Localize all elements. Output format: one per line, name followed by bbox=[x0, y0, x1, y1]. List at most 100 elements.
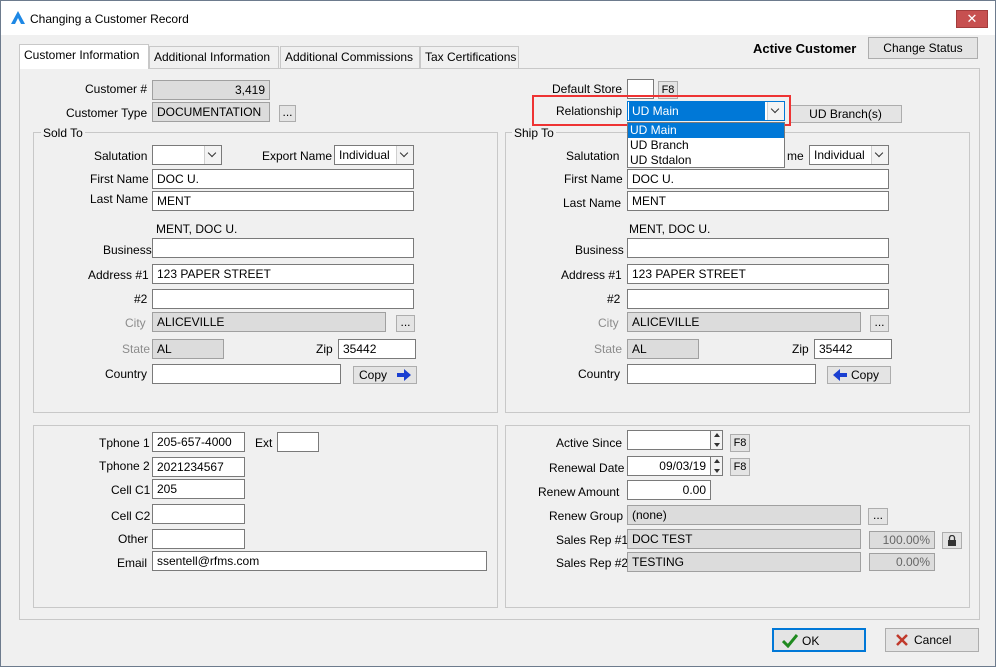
sold-address1-label: Address #1 bbox=[88, 268, 149, 282]
ship-export-name-select[interactable]: Individual bbox=[809, 145, 889, 165]
ship-business-field[interactable] bbox=[627, 238, 889, 258]
ok-button[interactable]: OK bbox=[772, 628, 866, 652]
active-since-f8-button[interactable]: F8 bbox=[730, 434, 750, 452]
cell1-field[interactable]: 205 bbox=[152, 479, 245, 499]
sold-export-name-select[interactable]: Individual bbox=[334, 145, 414, 165]
copy-to-sold-label: Copy bbox=[850, 368, 879, 382]
ship-business-label: Business bbox=[575, 243, 624, 257]
sold-last-name-label: Last Name bbox=[90, 192, 149, 206]
email-label: Email bbox=[117, 556, 148, 570]
ship-city-label: City bbox=[598, 316, 619, 330]
ship-country-label: Country bbox=[578, 367, 621, 381]
active-since-label: Active Since bbox=[556, 436, 623, 450]
sold-zip-field[interactable]: 35442 bbox=[338, 339, 416, 359]
ship-address1-field[interactable]: 123 PAPER STREET bbox=[627, 264, 889, 284]
sold-city-label: City bbox=[125, 316, 146, 330]
sold-business-label: Business bbox=[103, 243, 152, 257]
ship-first-name-field[interactable]: DOC U. bbox=[627, 169, 889, 189]
sold-salutation-select[interactable] bbox=[152, 145, 222, 165]
tab-tax-certifications[interactable]: Tax Certifications bbox=[420, 46, 519, 68]
tab-customer-information[interactable]: Customer Information bbox=[19, 44, 149, 69]
sales-rep1-field: DOC TEST bbox=[627, 529, 861, 549]
ship-export-name-label: me bbox=[787, 149, 804, 163]
sold-address1-field[interactable]: 123 PAPER STREET bbox=[152, 264, 414, 284]
renewal-date-field[interactable]: 09/03/19 bbox=[627, 456, 711, 476]
customer-number-label: Customer # bbox=[85, 82, 148, 96]
sales-rep1-label: Sales Rep #1 bbox=[556, 533, 629, 547]
sold-first-name-label: First Name bbox=[90, 172, 149, 186]
renewal-date-label: Renewal Date bbox=[549, 461, 625, 475]
sales-rep2-percent: 0.00% bbox=[869, 553, 935, 571]
copy-to-ship-label: Copy bbox=[359, 368, 388, 382]
renew-group-label: Renew Group bbox=[549, 509, 624, 523]
checkmark-icon bbox=[782, 634, 798, 648]
ud-branches-button[interactable]: UD Branch(s) bbox=[789, 105, 902, 123]
tab-additional-information[interactable]: Additional Information bbox=[149, 46, 279, 68]
phone2-field[interactable]: 2021234567 bbox=[152, 457, 245, 477]
phone1-label: Tphone 1 bbox=[99, 436, 150, 450]
sold-salutation-label: Salutation bbox=[94, 149, 148, 163]
sales-rep2-label: Sales Rep #2 bbox=[556, 556, 629, 570]
sold-country-field[interactable] bbox=[152, 364, 341, 384]
phone2-label: Tphone 2 bbox=[99, 459, 150, 473]
app-logo-icon bbox=[11, 11, 25, 24]
sold-first-name-field[interactable]: DOC U. bbox=[152, 169, 414, 189]
relationship-dropdown-list: UD Main UD Branch UD Stdalon bbox=[627, 122, 785, 168]
other-field[interactable] bbox=[152, 529, 245, 549]
sold-business-field[interactable] bbox=[152, 238, 414, 258]
cell2-field[interactable] bbox=[152, 504, 245, 524]
contact-group bbox=[33, 425, 498, 608]
ship-country-field[interactable] bbox=[627, 364, 816, 384]
renew-amount-field[interactable]: 0.00 bbox=[627, 480, 711, 500]
active-since-spinner[interactable] bbox=[711, 430, 723, 450]
ship-address2-field[interactable] bbox=[627, 289, 889, 309]
relationship-option-ud-main[interactable]: UD Main bbox=[628, 123, 784, 138]
sold-zip-label: Zip bbox=[316, 342, 333, 356]
sold-city-lookup-button[interactable]: ... bbox=[396, 315, 415, 332]
sold-address2-field[interactable] bbox=[152, 289, 414, 309]
other-label: Other bbox=[118, 532, 149, 546]
change-status-button[interactable]: Change Status bbox=[868, 37, 978, 59]
customer-type-lookup-button[interactable]: ... bbox=[279, 105, 296, 122]
active-since-field[interactable] bbox=[627, 430, 711, 450]
ship-zip-label: Zip bbox=[792, 342, 809, 356]
customer-record-window: Changing a Customer Record ✕ Customer In… bbox=[0, 0, 996, 667]
renewal-date-spinner[interactable] bbox=[711, 456, 723, 476]
ship-address2-label: #2 bbox=[607, 292, 621, 306]
close-button[interactable]: ✕ bbox=[956, 10, 988, 28]
copy-to-ship-button[interactable]: Copy bbox=[353, 366, 417, 384]
cancel-button[interactable]: Cancel bbox=[885, 628, 979, 652]
ship-zip-field[interactable]: 35442 bbox=[814, 339, 892, 359]
chevron-down-icon bbox=[396, 146, 413, 164]
cell1-label: Cell C1 bbox=[111, 483, 151, 497]
sold-export-name-label: Export Name bbox=[262, 149, 333, 163]
email-field[interactable]: ssentell@rfms.com bbox=[152, 551, 487, 571]
cell2-label: Cell C2 bbox=[111, 509, 151, 523]
sales-rep2-field: TESTING bbox=[627, 552, 861, 572]
copy-to-sold-button[interactable]: Copy bbox=[827, 366, 891, 384]
customer-type-field: DOCUMENTATION bbox=[152, 102, 270, 122]
relationship-option-ud-stdalon[interactable]: UD Stdalon bbox=[628, 153, 784, 168]
customer-status-label: Active Customer bbox=[753, 41, 857, 56]
tab-additional-commissions[interactable]: Additional Commissions bbox=[280, 46, 420, 68]
chevron-down-icon bbox=[204, 146, 221, 164]
ok-label: OK bbox=[802, 634, 820, 648]
cancel-x-icon bbox=[896, 634, 908, 646]
ship-city-lookup-button[interactable]: ... bbox=[870, 315, 889, 332]
sold-address2-label: #2 bbox=[134, 292, 148, 306]
phone1-field[interactable]: 205-657-4000 bbox=[152, 432, 245, 452]
cancel-label: Cancel bbox=[914, 633, 952, 647]
sold-state-label: State bbox=[122, 342, 151, 356]
ext-field[interactable] bbox=[277, 432, 319, 452]
chevron-down-icon bbox=[871, 146, 888, 164]
arrow-right-icon bbox=[397, 369, 411, 381]
sales-rep-lock-button[interactable] bbox=[942, 532, 962, 549]
title-bar: Changing a Customer Record ✕ bbox=[1, 1, 995, 35]
sold-last-name-field[interactable]: MENT bbox=[152, 191, 414, 211]
renewal-date-f8-button[interactable]: F8 bbox=[730, 458, 750, 476]
sold-city-field: ALICEVILLE bbox=[152, 312, 386, 332]
relationship-option-ud-branch[interactable]: UD Branch bbox=[628, 138, 784, 153]
renew-group-lookup-button[interactable]: ... bbox=[868, 508, 888, 525]
ship-last-name-field[interactable]: MENT bbox=[627, 191, 889, 211]
ship-to-title: Ship To bbox=[512, 126, 556, 140]
